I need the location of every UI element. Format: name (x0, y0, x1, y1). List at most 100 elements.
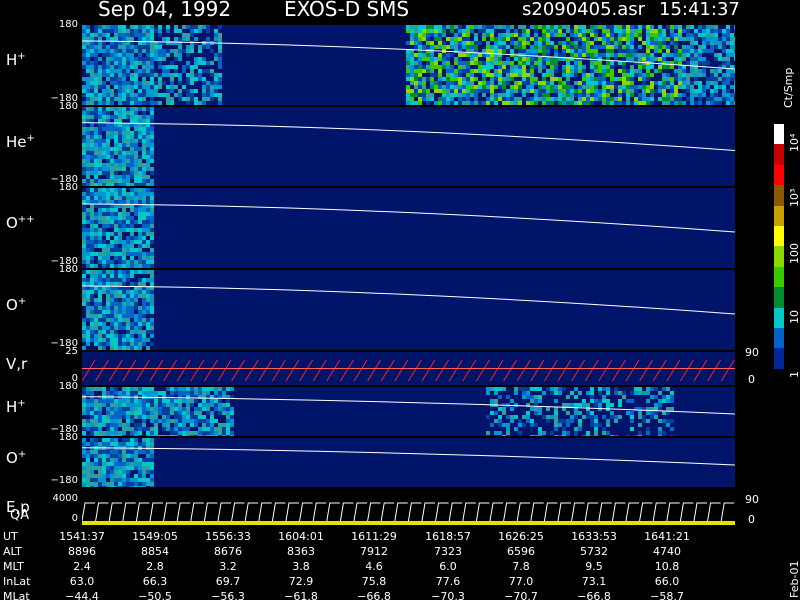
heat-cell (458, 33, 462, 37)
heat-cell (414, 85, 418, 89)
heat-cell (122, 143, 126, 147)
heat-cell (566, 37, 570, 41)
heat-cell (178, 399, 182, 403)
heat-cell (94, 73, 98, 77)
heat-cell (210, 415, 214, 419)
heat-cell (142, 49, 146, 53)
heat-cell (190, 81, 194, 85)
heat-cell (90, 407, 94, 411)
heat-cell (170, 407, 174, 411)
heat-cell (598, 77, 602, 81)
heat-cell (430, 25, 434, 29)
heat-cell (94, 85, 98, 89)
heat-cell (474, 69, 478, 73)
qa-label: QA (10, 508, 30, 523)
heat-cell (206, 387, 210, 391)
heat-cell (86, 435, 90, 436)
heat-cell (414, 53, 418, 57)
heat-cell (110, 454, 114, 458)
heat-cell (90, 228, 94, 232)
heat-cell (126, 470, 130, 474)
heat-cell (494, 61, 498, 65)
heat-cell (90, 159, 94, 163)
heat-cell (418, 57, 422, 61)
heat-cell (438, 81, 442, 85)
heat-cell (510, 89, 514, 93)
heat-cell (546, 419, 550, 423)
heat-cell (550, 33, 554, 37)
heat-cell (202, 423, 206, 427)
heat-cell (514, 415, 518, 419)
heat-cell (430, 53, 434, 57)
heat-cell (106, 97, 110, 101)
heat-cell (134, 127, 138, 131)
heat-cell (430, 85, 434, 89)
heat-cell (118, 314, 122, 318)
heat-cell (118, 415, 122, 419)
row-value: 10.8 (654, 560, 680, 573)
heat-cell (634, 53, 638, 57)
heat-cell (110, 183, 114, 186)
heat-cell (214, 387, 218, 391)
heat-cell (118, 248, 122, 252)
heat-cell (466, 29, 470, 33)
heat-cell (602, 395, 606, 399)
heat-cell (86, 298, 90, 302)
heat-cell (490, 37, 494, 41)
heat-cell (730, 37, 734, 41)
heat-cell (522, 45, 526, 49)
heat-cell (646, 97, 650, 101)
heat-cell (506, 77, 510, 81)
heat-cell (98, 65, 102, 69)
heat-cell (134, 346, 138, 350)
heat-cell (82, 232, 86, 236)
heat-cell (410, 77, 414, 81)
heat-cell (674, 101, 678, 105)
heat-cell (178, 37, 182, 41)
heat-cell (102, 442, 106, 446)
heat-cell (118, 183, 122, 186)
heat-cell (678, 61, 682, 65)
heat-cell (102, 290, 106, 294)
heat-cell (410, 89, 414, 93)
heat-cell (110, 338, 114, 342)
heat-cell (602, 29, 606, 33)
heat-cell (638, 77, 642, 81)
panel-1 (82, 107, 735, 186)
heat-cell (454, 57, 458, 61)
heat-cell (230, 435, 234, 436)
heat-cell (126, 93, 130, 97)
heat-cell (650, 41, 654, 45)
heat-cell (118, 61, 122, 65)
heat-cell (94, 57, 98, 61)
panel-1-plot (82, 107, 735, 186)
heat-cell (130, 85, 134, 89)
heat-cell (118, 111, 122, 115)
heat-cell (538, 435, 542, 436)
heat-cell (138, 314, 142, 318)
heat-cell (94, 115, 98, 119)
heat-cell (102, 143, 106, 147)
heat-cell (142, 470, 146, 474)
heat-cell (134, 270, 138, 274)
heat-cell (630, 33, 634, 37)
heat-cell (582, 97, 586, 101)
heat-cell (86, 65, 90, 69)
heat-cell (166, 85, 170, 89)
heat-cell (126, 322, 130, 326)
heat-cell (94, 278, 98, 282)
heat-cell (506, 89, 510, 93)
heat-cell (698, 69, 702, 73)
heat-cell (586, 85, 590, 89)
heat-cell (142, 298, 146, 302)
heat-cell (630, 411, 634, 415)
heat-cell (450, 25, 454, 29)
heat-cell (542, 29, 546, 33)
heat-cell (406, 93, 410, 97)
heat-cell (594, 93, 598, 97)
heat-cell (458, 85, 462, 89)
heat-cell (578, 49, 582, 53)
heat-cell (494, 57, 498, 61)
heat-cell (102, 29, 106, 33)
heat-cell (506, 431, 510, 435)
